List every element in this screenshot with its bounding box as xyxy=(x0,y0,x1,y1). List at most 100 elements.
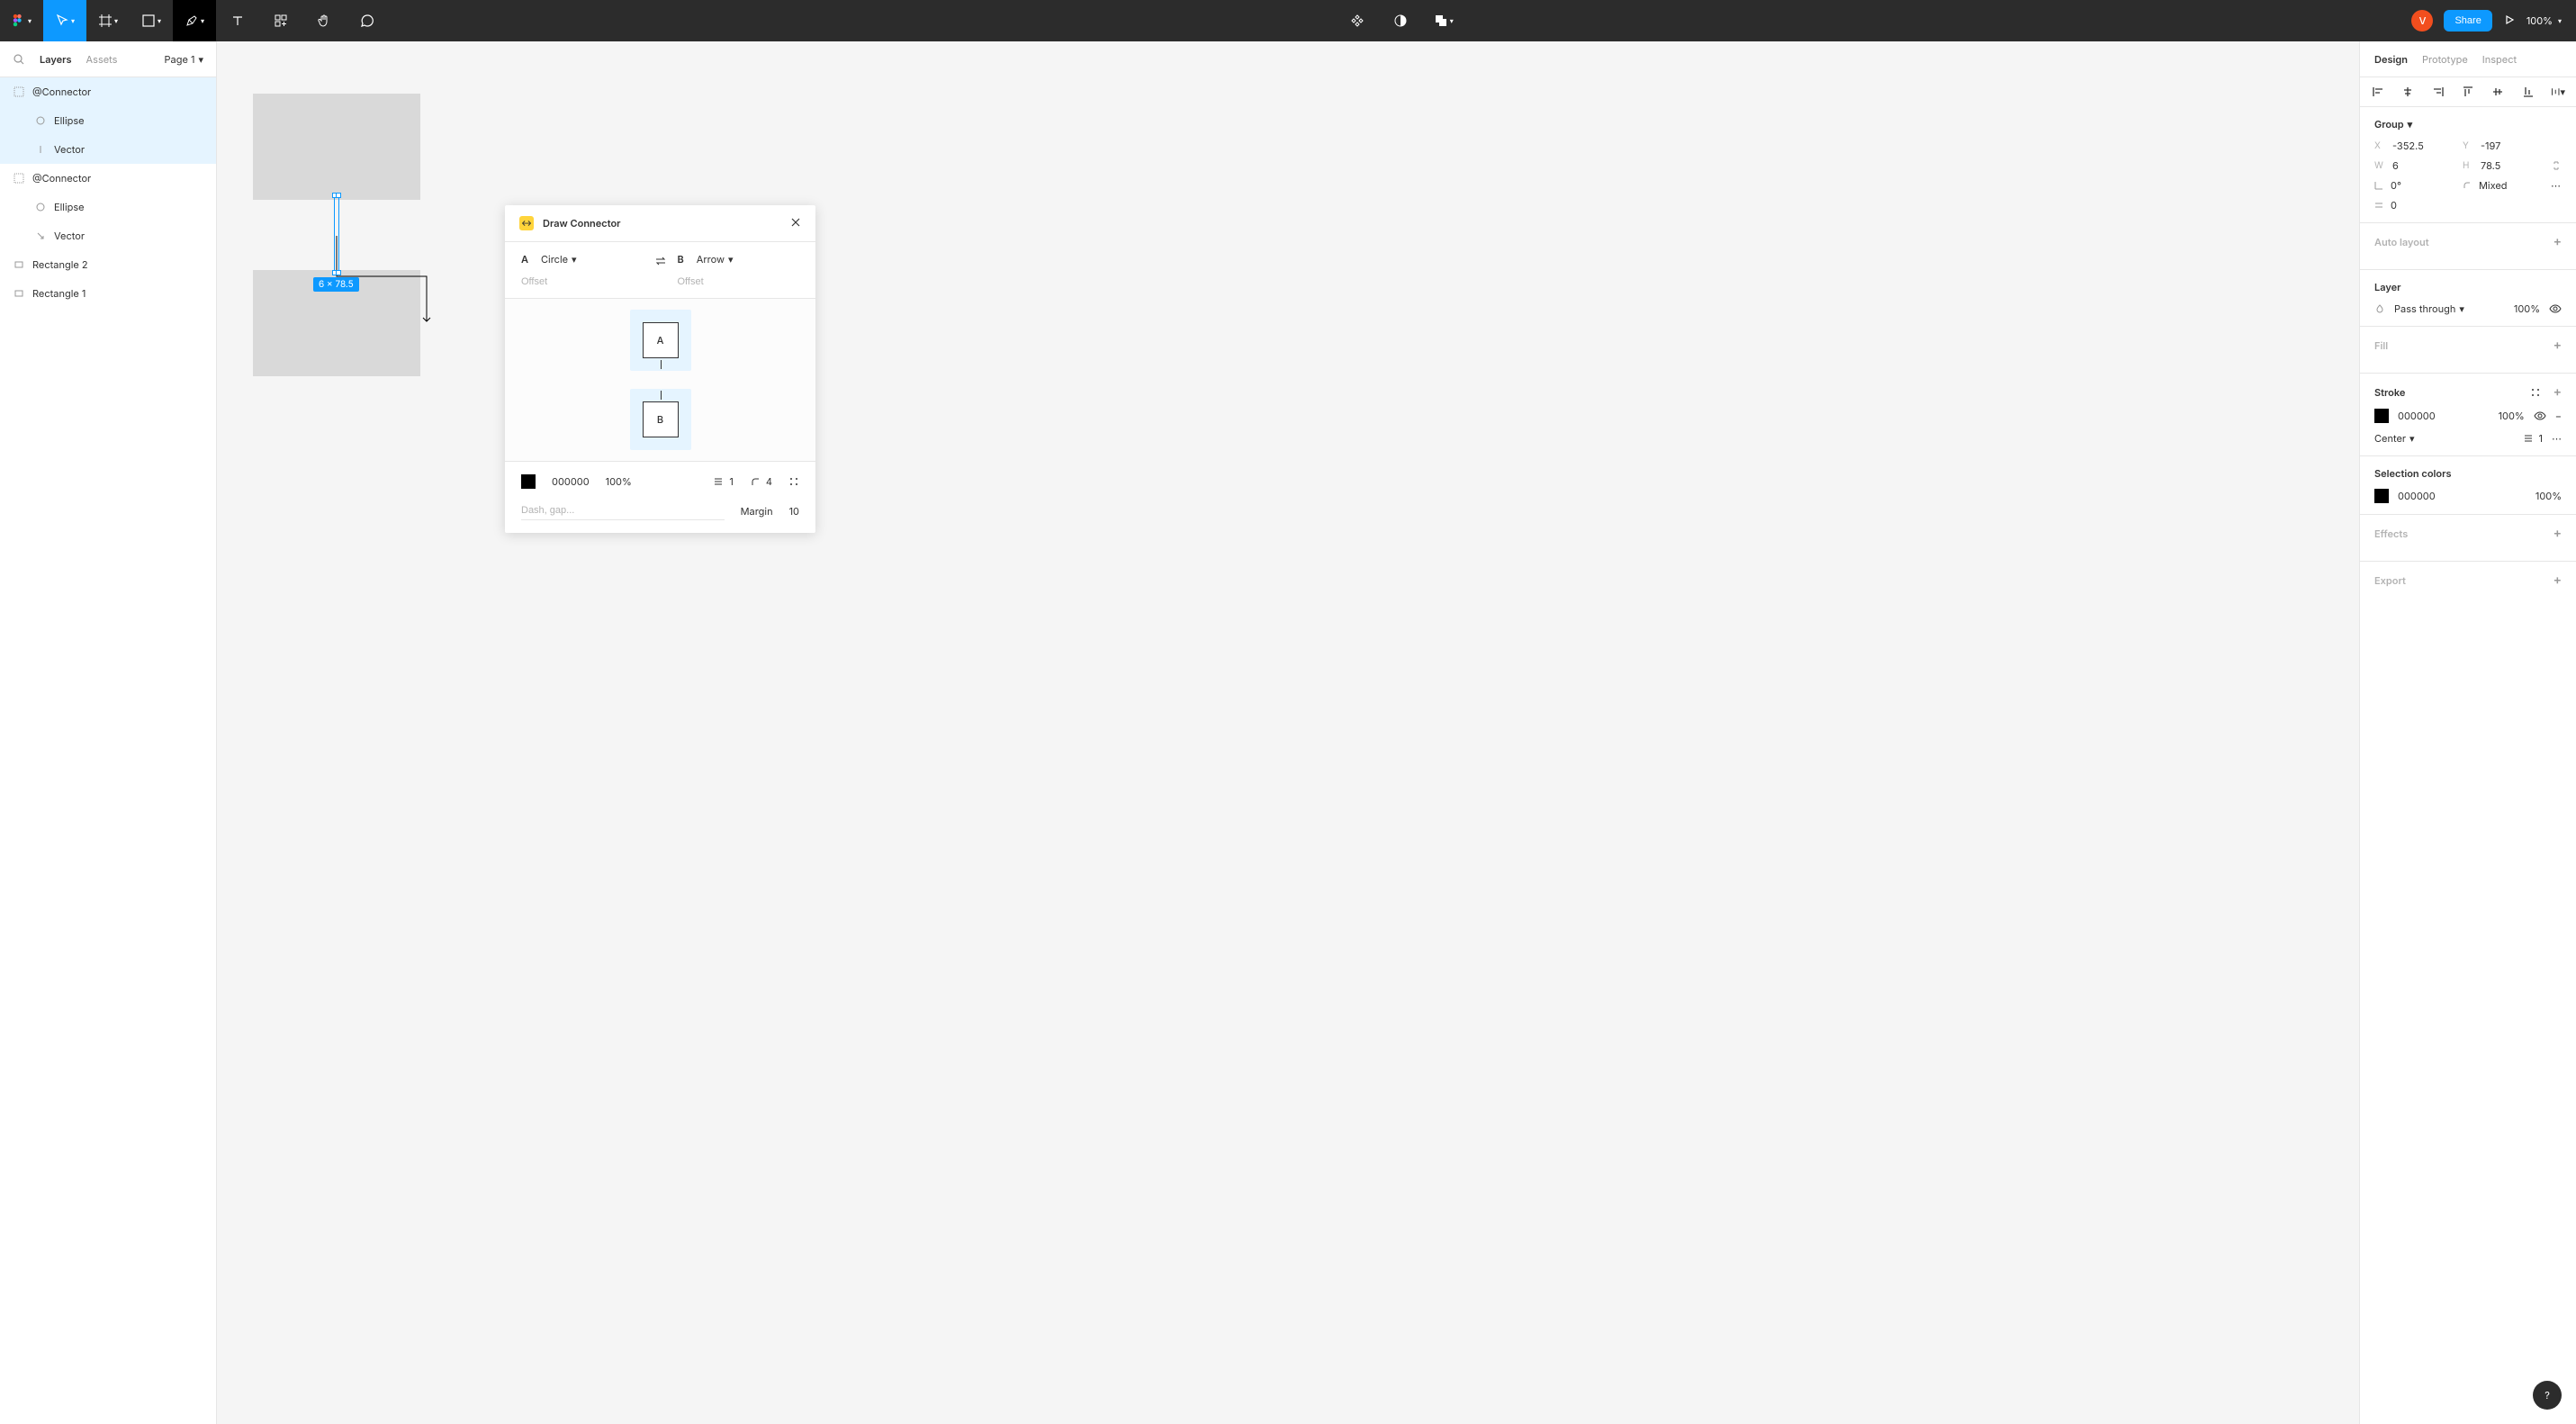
rectangle-shape[interactable] xyxy=(253,94,420,200)
text-icon xyxy=(230,14,245,28)
mask-button[interactable] xyxy=(1379,0,1422,41)
corner-radius-field[interactable]: 4 xyxy=(750,475,772,488)
stroke-color-value[interactable]: 000000 xyxy=(552,475,590,488)
stroke-opacity-value[interactable]: 100% xyxy=(606,475,632,488)
selection-color-opacity[interactable]: 100% xyxy=(2535,490,2562,502)
add-effect-button[interactable]: + xyxy=(2553,526,2562,541)
comment-tool-button[interactable] xyxy=(346,0,389,41)
stroke-width-icon xyxy=(713,476,724,487)
radius-field[interactable]: Mixed xyxy=(2463,179,2540,192)
stroke-more-icon[interactable]: ⋯ xyxy=(2552,432,2562,445)
shape-tool-button[interactable]: ▾ xyxy=(130,0,173,41)
stroke-width-field[interactable]: 1 xyxy=(713,475,733,488)
vector-icon xyxy=(34,143,47,156)
share-button[interactable]: Share xyxy=(2444,10,2491,32)
left-panel: Layers Assets Page 1 ▾ @Connector Ellips… xyxy=(0,41,217,1424)
chevron-down-icon: ▾ xyxy=(158,16,161,25)
add-auto-layout-button[interactable]: + xyxy=(2553,234,2562,249)
corner-radius-icon xyxy=(750,476,761,487)
endpoint-a-offset-input[interactable] xyxy=(521,276,644,287)
gap-field[interactable]: 0 xyxy=(2374,199,2452,212)
visibility-icon[interactable] xyxy=(2534,410,2546,422)
zoom-selector[interactable]: 100% ▾ xyxy=(2526,14,2562,27)
stroke-style-icon[interactable] xyxy=(2530,387,2541,398)
more-options-icon[interactable] xyxy=(788,476,799,487)
chevron-down-icon: ▾ xyxy=(728,253,734,266)
canvas[interactable]: 6 × 78.5 ↔ Draw Connector A xyxy=(217,41,2359,1424)
layer-row[interactable]: Vector xyxy=(0,135,216,164)
stroke-color-swatch[interactable] xyxy=(521,474,536,489)
align-right-icon[interactable] xyxy=(2431,85,2445,99)
stroke-width-field[interactable]: 1 xyxy=(2523,432,2543,445)
pen-tool-button[interactable]: ▾ xyxy=(173,0,216,41)
rotation-field[interactable]: 0° xyxy=(2374,179,2452,192)
add-fill-button[interactable]: + xyxy=(2553,338,2562,353)
user-avatar[interactable]: V xyxy=(2411,10,2433,32)
diagram-node-a[interactable]: A xyxy=(630,310,691,371)
y-field[interactable]: Y-197 xyxy=(2463,140,2540,152)
distribute-icon[interactable]: ▾ xyxy=(2551,85,2565,99)
w-field[interactable]: W6 xyxy=(2374,159,2452,172)
endpoint-a-shape-select[interactable]: Circle ▾ xyxy=(541,253,577,266)
selection-color-swatch[interactable] xyxy=(2374,489,2389,503)
chevron-down-icon[interactable]: ▾ xyxy=(2408,118,2413,131)
stroke-opacity-value[interactable]: 100% xyxy=(2499,410,2525,422)
x-field[interactable]: X-352.5 xyxy=(2374,140,2452,152)
layers-tab[interactable]: Layers xyxy=(40,53,72,66)
margin-value[interactable]: 10 xyxy=(789,505,799,518)
layer-row[interactable]: Vector xyxy=(0,221,216,250)
align-center-h-icon[interactable] xyxy=(2400,85,2415,99)
layer-row[interactable]: Ellipse xyxy=(0,106,216,135)
visibility-icon[interactable] xyxy=(2549,302,2562,315)
layer-name: Ellipse xyxy=(54,114,85,127)
swap-endpoints-button[interactable] xyxy=(654,253,667,270)
endpoint-b-offset-input[interactable] xyxy=(678,276,800,287)
layer-opacity-field[interactable]: 100% xyxy=(2514,302,2540,315)
move-tool-button[interactable]: ▾ xyxy=(43,0,86,41)
align-left-icon[interactable] xyxy=(2371,85,2385,99)
inspect-tab[interactable]: Inspect xyxy=(2482,53,2517,66)
main-toolbar: ▾ ▾ ▾ ▾ ▾ xyxy=(0,0,2576,41)
mask-icon xyxy=(1393,14,1408,28)
dash-gap-input[interactable] xyxy=(521,501,725,520)
add-export-button[interactable]: + xyxy=(2553,572,2562,588)
blend-mode-select[interactable]: Pass through▾ xyxy=(2394,302,2464,315)
frame-tool-button[interactable]: ▾ xyxy=(86,0,130,41)
design-tab[interactable]: Design xyxy=(2374,53,2408,66)
assets-tab[interactable]: Assets xyxy=(86,53,118,66)
prototype-tab[interactable]: Prototype xyxy=(2422,53,2468,66)
endpoint-b-shape-select[interactable]: Arrow ▾ xyxy=(697,253,734,266)
stroke-color-swatch[interactable] xyxy=(2374,409,2389,423)
resources-button[interactable] xyxy=(259,0,302,41)
layer-row[interactable]: @Connector xyxy=(0,77,216,106)
components-button[interactable] xyxy=(1336,0,1379,41)
remove-stroke-button[interactable]: − xyxy=(2555,410,2562,422)
present-button[interactable] xyxy=(2503,14,2516,29)
layer-row[interactable]: Rectangle 1 xyxy=(0,279,216,308)
stroke-position-select[interactable]: Center▾ xyxy=(2374,432,2415,445)
stroke-color-value[interactable]: 000000 xyxy=(2398,410,2436,422)
boolean-button[interactable]: ▾ xyxy=(1422,0,1465,41)
selection-color-value[interactable]: 000000 xyxy=(2398,490,2436,502)
figma-menu-button[interactable]: ▾ xyxy=(0,0,43,41)
align-bottom-icon[interactable] xyxy=(2521,85,2535,99)
add-stroke-button[interactable]: + xyxy=(2553,384,2562,400)
auto-layout-section: Auto layout+ xyxy=(2360,223,2576,270)
page-selector[interactable]: Page 1 ▾ xyxy=(165,53,203,66)
h-field[interactable]: H78.5 xyxy=(2463,159,2540,172)
diagram-node-b[interactable]: B xyxy=(630,389,691,450)
component-icon xyxy=(1350,14,1365,28)
text-tool-button[interactable] xyxy=(216,0,259,41)
align-center-v-icon[interactable] xyxy=(2490,85,2505,99)
help-button[interactable]: ? xyxy=(2533,1381,2562,1410)
more-icon[interactable]: ⋯ xyxy=(2551,179,2562,192)
close-button[interactable] xyxy=(790,216,801,231)
layer-row[interactable]: @Connector xyxy=(0,164,216,193)
search-icon[interactable] xyxy=(13,53,25,66)
hand-icon xyxy=(317,14,331,28)
layer-row[interactable]: Rectangle 2 xyxy=(0,250,216,279)
align-top-icon[interactable] xyxy=(2461,85,2475,99)
hand-tool-button[interactable] xyxy=(302,0,346,41)
layer-row[interactable]: Ellipse xyxy=(0,193,216,221)
constrain-proportions-icon[interactable] xyxy=(2551,159,2562,172)
